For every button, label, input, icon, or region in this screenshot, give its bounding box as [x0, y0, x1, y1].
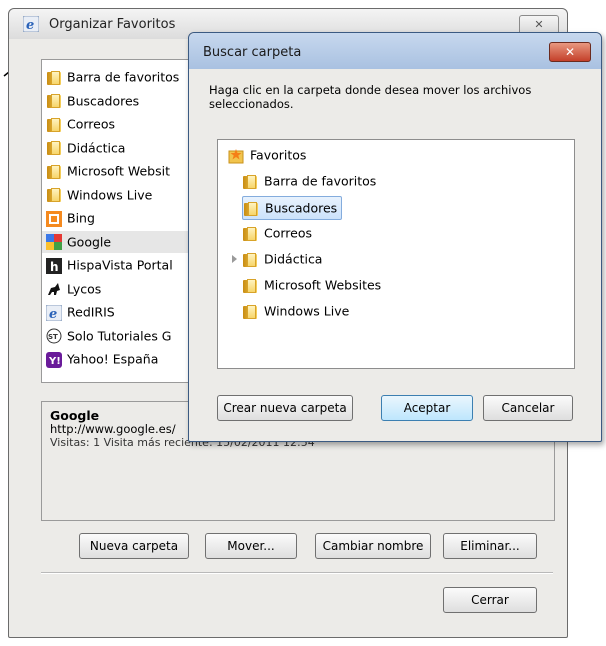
dialog-title-bar: Buscar carpeta ✕ [189, 33, 601, 69]
tree-root[interactable]: Favoritos [228, 144, 306, 166]
hispavista-icon: h [46, 257, 62, 274]
list-item-label: Bing [67, 210, 95, 226]
folder-icon [46, 164, 62, 180]
tree-item-label: Windows Live [264, 303, 350, 319]
move-button[interactable]: Mover... [205, 533, 297, 559]
list-item-label: Correos [67, 116, 116, 132]
cancel-button[interactable]: Cancelar [483, 395, 573, 421]
svg-text:e: e [49, 307, 57, 321]
list-item[interactable]: e RedIRIS [45, 301, 115, 323]
list-item[interactable]: h HispaVista Portal [46, 254, 173, 276]
lycos-icon [46, 281, 62, 297]
ie-icon: e [45, 304, 63, 322]
delete-button[interactable]: Eliminar... [443, 533, 537, 559]
dialog-title: Buscar carpeta [203, 45, 302, 60]
list-item-label: Solo Tutoriales G [67, 328, 172, 343]
accept-button[interactable]: Aceptar [381, 395, 473, 421]
list-item[interactable]: Microsoft Websit [46, 160, 170, 182]
tree-item-label: Buscadores [265, 200, 338, 216]
list-item-label: Buscadores [67, 93, 140, 108]
list-item-label: Barra de favoritos [67, 69, 180, 85]
svg-text:ST: ST [48, 333, 58, 341]
folder-tree[interactable]: Favoritos Barra de favoritos Buscadores Cor… [217, 139, 575, 369]
close-button[interactable]: Cerrar [443, 587, 537, 613]
list-item[interactable]: Lycos [46, 278, 101, 300]
close-icon[interactable]: ✕ [549, 42, 591, 62]
list-item-label: HispaVista Portal [67, 257, 173, 273]
tree-item[interactable]: Windows Live [242, 300, 349, 322]
tree-item-label: Microsoft Websites [264, 277, 382, 293]
svg-text:h: h [50, 260, 59, 274]
folder-icon [46, 187, 62, 203]
folder-icon [243, 201, 259, 217]
list-item[interactable]: Bing [46, 207, 95, 229]
tree-item[interactable]: Microsoft Websites [242, 274, 381, 296]
create-new-folder-button[interactable]: Crear nueva carpeta [217, 395, 353, 421]
folder-icon [46, 93, 62, 109]
svg-text:e: e [26, 18, 34, 32]
list-item[interactable]: Buscadores [46, 90, 139, 112]
bing-icon [46, 210, 62, 227]
folder-icon [242, 304, 258, 320]
list-item-label: Google [67, 234, 112, 249]
svg-text:Y!: Y! [48, 356, 61, 367]
google-icon [46, 234, 62, 250]
folder-icon [46, 140, 62, 156]
details-url: http://www.google.es/ [50, 422, 176, 436]
tree-item[interactable]: Buscadores [242, 196, 343, 220]
folder-icon [46, 70, 62, 86]
list-item[interactable]: Y! Yahoo! España [46, 348, 158, 370]
tree-item-label: Barra de favoritos [264, 173, 377, 189]
folder-icon [242, 252, 258, 268]
divider [41, 572, 553, 574]
folder-icon [242, 174, 258, 190]
folder-icon [46, 117, 62, 133]
tree-item[interactable]: Barra de favoritos [242, 170, 376, 192]
tree-item[interactable]: Correos [242, 222, 312, 244]
tree-item-label: Correos [264, 225, 313, 241]
list-item[interactable]: Correos [46, 113, 115, 135]
ie-icon: e [23, 16, 39, 32]
list-item[interactable]: Barra de favoritos [46, 66, 179, 88]
window-title: Organizar Favoritos [49, 17, 176, 32]
solotutoriales-icon: ST [46, 328, 62, 344]
favorites-folder-icon [228, 148, 244, 164]
list-item[interactable]: Didáctica [46, 137, 125, 159]
dialog-instruction: Haga clic en la carpeta donde desea move… [209, 83, 532, 111]
details-name: Google [50, 408, 100, 423]
list-item[interactable]: ST Solo Tutoriales G [46, 325, 172, 347]
folder-icon [242, 278, 258, 294]
list-item-label: Lycos [67, 281, 102, 296]
tree-item-label: Favoritos [250, 147, 307, 163]
yahoo-icon: Y! [46, 351, 62, 368]
tree-item-label: Didáctica [264, 251, 323, 267]
rename-button[interactable]: Cambiar nombre [315, 533, 431, 559]
list-item-label: Didáctica [67, 140, 126, 155]
new-folder-button[interactable]: Nueva carpeta [79, 533, 189, 559]
list-item-label: RedIRIS [67, 304, 115, 320]
expand-arrow-icon[interactable] [232, 255, 237, 263]
tree-item[interactable]: Didáctica [242, 248, 322, 270]
folder-icon [242, 226, 258, 242]
browse-folder-dialog: Buscar carpeta ✕ Haga clic en la carpeta… [188, 32, 602, 442]
list-item-label: Yahoo! España [67, 351, 159, 367]
list-item[interactable]: Windows Live [46, 184, 152, 206]
list-item-label: Windows Live [67, 187, 153, 202]
list-item-label: Microsoft Websit [67, 163, 170, 179]
